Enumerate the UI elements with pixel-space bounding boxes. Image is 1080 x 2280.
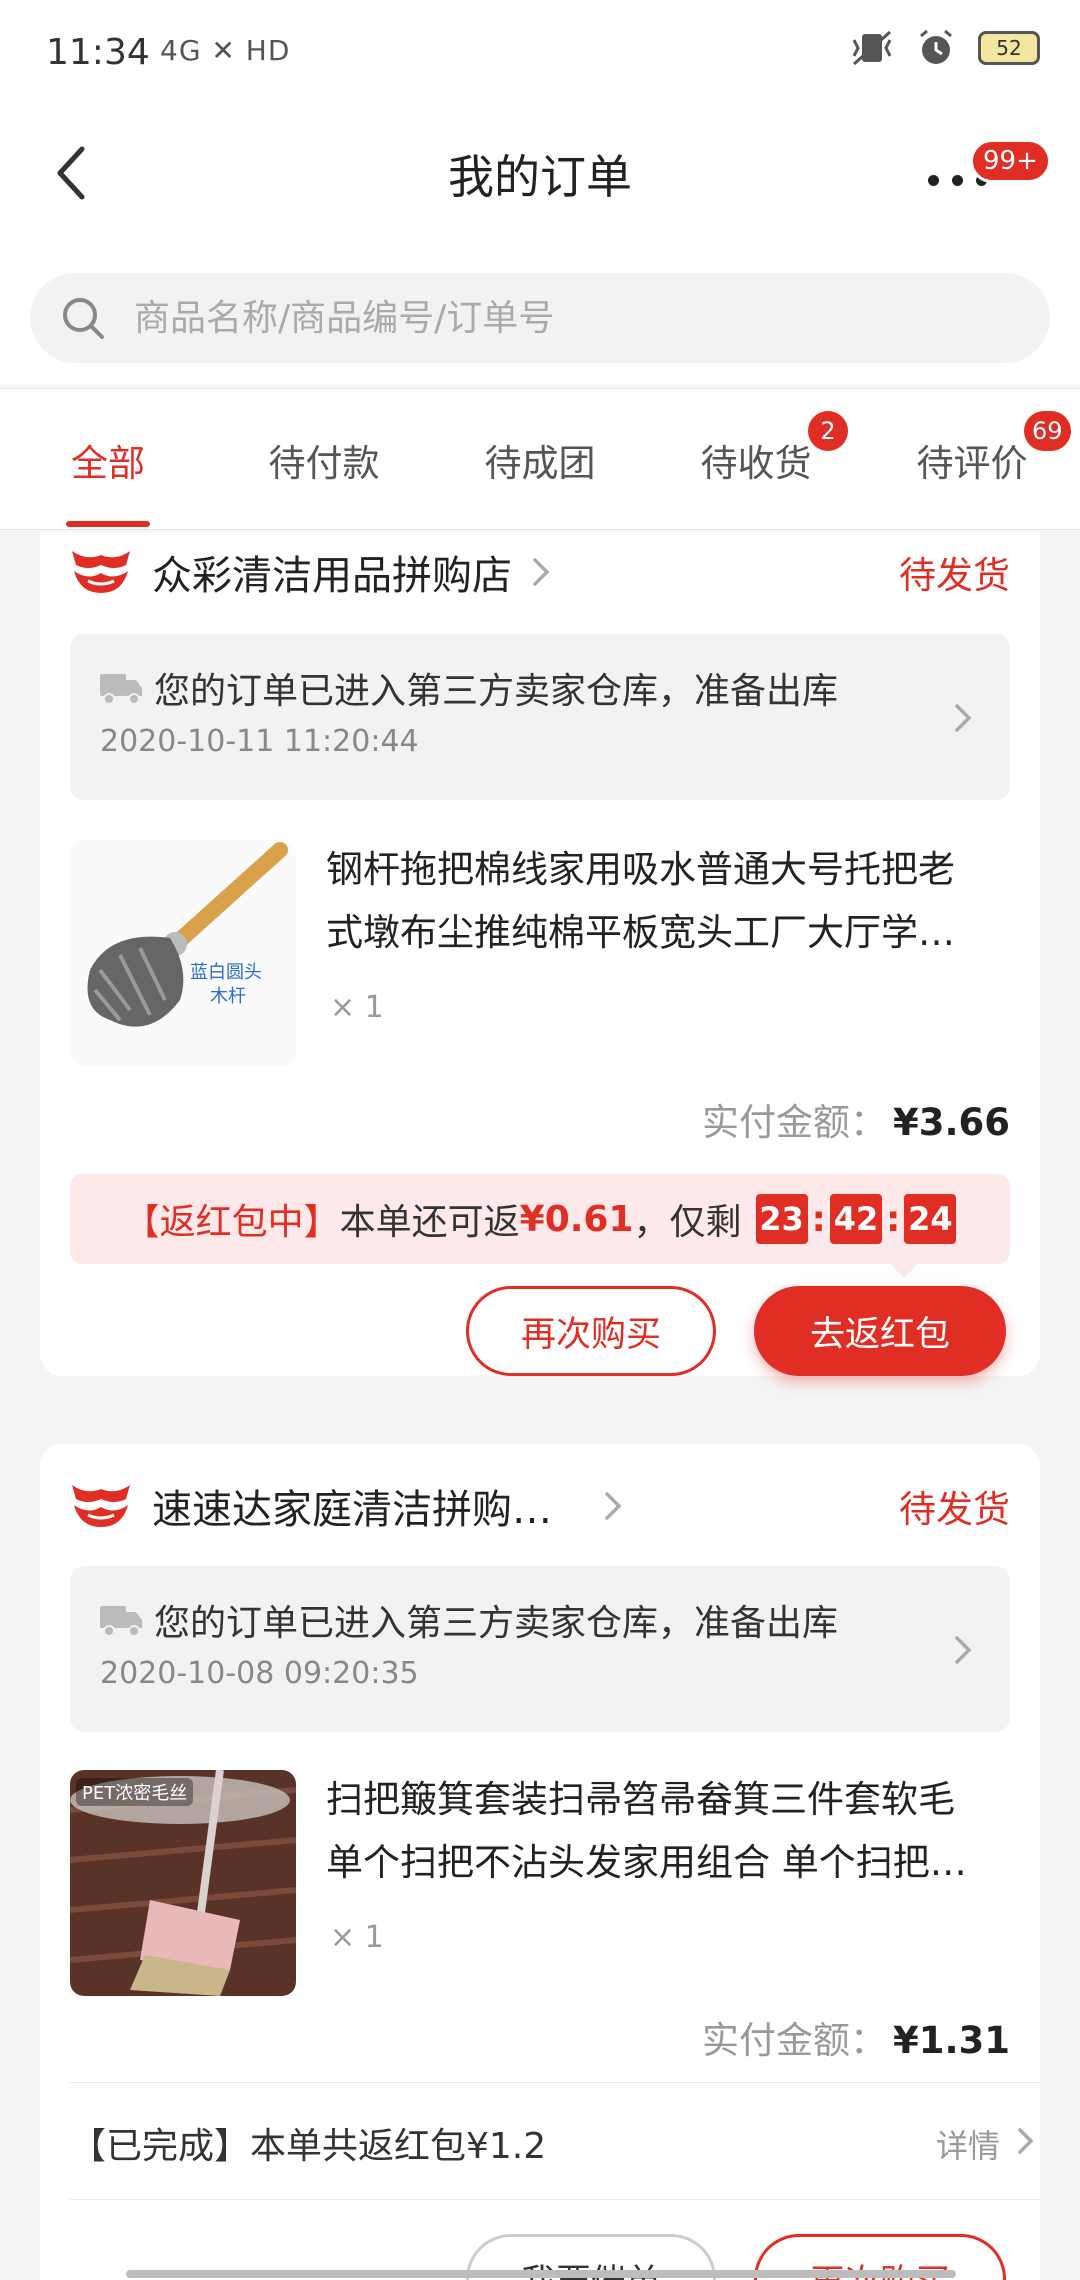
promo-text: 本单还可返 xyxy=(339,1202,520,1243)
shop-logo-icon xyxy=(72,551,130,593)
countdown-minutes: 42 xyxy=(829,1194,882,1244)
battery-level: 52 xyxy=(996,36,1022,60)
vibrate-mute-icon xyxy=(852,30,892,66)
tab-label: 全部 xyxy=(71,442,145,485)
product-title[interactable]: 扫把簸箕套装扫帚笤帚畚箕三件套软毛 单个扫把不沾头发家用组合 单个扫把… xyxy=(326,1768,1006,1894)
promo-text: ，仅剩 xyxy=(633,1202,742,1243)
product-title-line: 钢杆拖把棉线家用吸水普通大号托把老 xyxy=(326,848,955,891)
order-card[interactable]: 众彩清洁用品拼购店 待发货 您的订单已进入第三方卖家仓库，准备出库 2020-1… xyxy=(40,532,1040,1376)
product-title-line: 扫把簸箕套装扫帚笤帚畚箕三件套软毛 xyxy=(326,1778,955,1821)
more-button[interactable]: 99+ xyxy=(920,139,1051,215)
redpacket-promo-banner[interactable]: 【返红包中】 本单还可返 ¥0.61 ，仅剩 23 : 42 : 24 xyxy=(70,1174,1010,1278)
logistics-time: 2020-10-11 11:20:44 xyxy=(100,724,419,759)
chevron-right-icon xyxy=(955,704,972,732)
truck-icon xyxy=(100,1606,142,1637)
product-quantity: × 1 xyxy=(330,990,384,1025)
promo-prefix: 【返红包中】 xyxy=(123,1202,340,1243)
logistics-message: 您的订单已进入第三方卖家仓库，准备出库 xyxy=(154,1603,839,1644)
thumbnail-caption: PET浓密毛丝 xyxy=(76,1778,194,1806)
status-bar: 11:34 4G ✕ HD 52 xyxy=(0,0,1080,105)
tab-label: 待评价 xyxy=(916,442,1028,485)
logistics-info[interactable]: 您的订单已进入第三方卖家仓库，准备出库 2020-10-11 11:20:44 xyxy=(70,634,1010,800)
rebuy-button[interactable]: 再次购买 xyxy=(466,1286,716,1376)
alarm-icon xyxy=(920,29,952,64)
logistics-info[interactable]: 您的订单已进入第三方卖家仓库，准备出库 2020-10-08 09:20:35 xyxy=(70,1566,1010,1732)
search-input[interactable] xyxy=(134,273,1014,363)
product-title[interactable]: 钢杆拖把棉线家用吸水普通大号托把老 式墩布尘推纯棉平板宽头工厂大厅学… xyxy=(326,838,1006,964)
button-label: 去返红包 xyxy=(809,1314,950,1355)
payment-label: 实付金额： xyxy=(701,1101,887,1144)
order-tabs: 全部 待付款 待成团 待收货 2 待评价 69 xyxy=(0,388,1080,530)
detail-link: 详情 xyxy=(935,2127,1000,2165)
chevron-right-icon xyxy=(605,1492,622,1520)
tab-pending-group[interactable]: 待成团 xyxy=(462,389,618,531)
thumbnail-caption: 木杆 xyxy=(210,986,246,1007)
order-card[interactable]: 速速达家庭清洁拼购… 待发货 您的订单已进入第三方卖家仓库，准备出库 2020-… xyxy=(40,1444,1040,2280)
product-thumbnail[interactable]: PET浓密毛丝 xyxy=(70,1770,296,1996)
tab-pending-review[interactable]: 待评价 xyxy=(894,389,1050,531)
status-icons: 52 xyxy=(850,28,1040,68)
completed-text: 【已完成】本单共返红包¥1.2 xyxy=(70,2126,547,2167)
shop-header[interactable]: 速速达家庭清洁拼购… 待发货 xyxy=(70,1476,1010,1536)
status-time: 11:34 xyxy=(46,32,150,73)
countdown-hours: 23 xyxy=(755,1194,808,1244)
shop-name: 速速达家庭清洁拼购… xyxy=(152,1487,552,1533)
tab-label: 待收货 xyxy=(700,442,812,485)
page-title: 我的订单 xyxy=(448,150,632,204)
chevron-right-icon xyxy=(1018,2128,1034,2154)
tab-badge: 2 xyxy=(808,411,848,451)
promo-amount: ¥0.61 xyxy=(519,1198,634,1240)
chevron-right-icon xyxy=(955,1636,972,1664)
product-thumbnail[interactable]: 蓝白圆头 木杆 xyxy=(70,840,296,1066)
search-box[interactable] xyxy=(30,273,1050,363)
order-status: 待发货 xyxy=(899,554,1010,597)
network-indicator: 4G ✕ HD xyxy=(160,34,291,67)
order-list: 众彩清洁用品拼购店 待发货 您的订单已进入第三方卖家仓库，准备出库 2020-1… xyxy=(0,532,1080,2280)
payment-row: 实付金额： ¥1.31 xyxy=(702,2010,1010,2064)
tab-pending-payment[interactable]: 待付款 xyxy=(246,389,402,531)
completed-redpacket-row[interactable]: 【已完成】本单共返红包¥1.2 详情 xyxy=(70,2082,1040,2200)
product-quantity: × 1 xyxy=(330,1920,384,1955)
shop-header[interactable]: 众彩清洁用品拼购店 待发货 xyxy=(70,542,1010,602)
claim-redpacket-button[interactable]: 去返红包 xyxy=(754,1286,1006,1376)
shop-name: 众彩清洁用品拼购店 xyxy=(152,553,512,599)
shop-logo-icon xyxy=(72,1485,130,1527)
tab-all[interactable]: 全部 xyxy=(30,389,186,531)
thumbnail-caption: 蓝白圆头 xyxy=(190,962,262,983)
promo-pointer xyxy=(890,1264,918,1278)
payment-amount: ¥1.31 xyxy=(892,2019,1010,2062)
logistics-time: 2020-10-08 09:20:35 xyxy=(100,1656,419,1691)
product-title-line: 单个扫把不沾头发家用组合 单个扫把… xyxy=(326,1841,967,1884)
home-indicator[interactable] xyxy=(126,2270,956,2278)
tab-label: 待成团 xyxy=(484,442,596,485)
truck-icon xyxy=(100,674,142,705)
search-icon xyxy=(63,298,104,339)
tab-label: 待付款 xyxy=(268,442,380,485)
chevron-right-icon xyxy=(533,558,550,586)
order-status: 待发货 xyxy=(899,1488,1010,1531)
payment-amount: ¥3.66 xyxy=(892,1101,1010,1144)
nav-bar: 我的订单 99+ xyxy=(0,105,1080,255)
mop-image xyxy=(70,840,296,1066)
countdown-seconds: 24 xyxy=(904,1194,957,1244)
button-label: 再次购买 xyxy=(520,1314,661,1355)
payment-row: 实付金额： ¥3.66 xyxy=(702,1092,1010,1146)
search-bar xyxy=(0,255,1080,385)
product-title-line: 式墩布尘推纯棉平板宽头工厂大厅学… xyxy=(326,911,955,954)
battery-icon: 52 xyxy=(978,31,1040,65)
logistics-message: 您的订单已进入第三方卖家仓库，准备出库 xyxy=(154,671,839,712)
active-tab-indicator xyxy=(66,521,150,527)
message-badge: 99+ xyxy=(970,139,1051,183)
tab-pending-receipt[interactable]: 待收货 xyxy=(678,389,834,531)
tab-badge: 69 xyxy=(1024,411,1071,451)
payment-label: 实付金额： xyxy=(701,2019,887,2062)
